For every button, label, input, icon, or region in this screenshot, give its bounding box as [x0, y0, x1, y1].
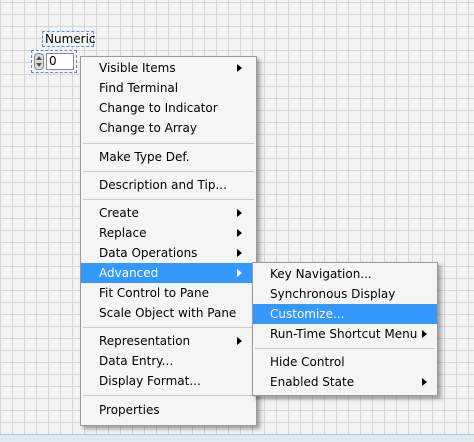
menu-item-label: Key Navigation...: [270, 267, 372, 281]
menu-separator: [83, 171, 254, 172]
advanced-submenu: Key Navigation... Synchronous Display Cu…: [252, 262, 438, 396]
menu-item-label: Properties: [99, 403, 160, 417]
menu-item-visible-items[interactable]: Visible Items: [81, 58, 256, 78]
menu-item-label: Replace: [99, 226, 147, 240]
menu-separator: [83, 327, 254, 328]
menu-item-label: Advanced: [99, 266, 159, 280]
menu-separator: [83, 199, 254, 200]
menu-item-display-format[interactable]: Display Format...: [81, 371, 256, 391]
menu-item-replace[interactable]: Replace: [81, 223, 256, 243]
menu-item-label: Run-Time Shortcut Menu: [270, 327, 418, 341]
numeric-value-field[interactable]: 0: [46, 53, 74, 70]
menu-item-label: Find Terminal: [99, 81, 179, 95]
numeric-control[interactable]: 0: [31, 50, 77, 73]
menu-item-label: Fit Control to Pane: [99, 286, 209, 300]
menu-item-description-and-tip[interactable]: Description and Tip...: [81, 175, 256, 195]
submenu-arrow-icon: [237, 337, 242, 345]
menu-item-fit-control-to-pane[interactable]: Fit Control to Pane: [81, 283, 256, 303]
submenu-arrow-icon: [422, 378, 427, 386]
submenu-item-enabled-state[interactable]: Enabled State: [253, 372, 437, 392]
menu-item-label: Representation: [99, 334, 191, 348]
menu-item-label: Synchronous Display: [270, 287, 396, 301]
menu-item-label: Customize...: [270, 307, 345, 321]
submenu-arrow-icon: [237, 269, 242, 277]
menu-item-advanced[interactable]: Advanced: [81, 263, 256, 283]
menu-separator: [83, 395, 254, 396]
menu-item-data-entry[interactable]: Data Entry...: [81, 351, 256, 371]
submenu-arrow-icon: [422, 330, 427, 338]
submenu-arrow-icon: [237, 209, 242, 217]
menu-item-change-to-indicator[interactable]: Change to Indicator: [81, 98, 256, 118]
menu-item-representation[interactable]: Representation: [81, 331, 256, 351]
menu-item-label: Scale Object with Pane: [99, 306, 237, 320]
submenu-item-hide-control[interactable]: Hide Control: [253, 352, 437, 372]
menu-item-label: Data Operations: [99, 246, 198, 260]
increment-decrement-stepper[interactable]: [34, 53, 44, 70]
menu-item-find-terminal[interactable]: Find Terminal: [81, 78, 256, 98]
submenu-item-customize[interactable]: Customize...: [253, 304, 437, 324]
menu-item-label: Data Entry...: [99, 354, 174, 368]
increment-arrow-icon[interactable]: [36, 56, 42, 60]
decrement-arrow-icon[interactable]: [36, 63, 42, 67]
submenu-item-key-navigation[interactable]: Key Navigation...: [253, 264, 437, 284]
submenu-arrow-icon: [237, 229, 242, 237]
menu-item-make-type-def[interactable]: Make Type Def.: [81, 147, 256, 167]
submenu-arrow-icon: [237, 64, 242, 72]
menu-item-label: Change to Indicator: [99, 101, 218, 115]
menu-separator: [83, 143, 254, 144]
submenu-arrow-icon: [237, 249, 242, 257]
menu-item-create[interactable]: Create: [81, 203, 256, 223]
menu-item-label: Visible Items: [99, 61, 176, 75]
menu-item-label: Hide Control: [270, 355, 345, 369]
menu-item-label: Enabled State: [270, 375, 355, 389]
menu-item-scale-object-with-pane[interactable]: Scale Object with Pane: [81, 303, 256, 323]
menu-separator: [255, 348, 435, 349]
menu-item-label: Make Type Def.: [99, 150, 190, 164]
numeric-control-label[interactable]: Numeric: [42, 31, 96, 47]
context-menu: Visible Items Find Terminal Change to In…: [80, 56, 257, 426]
submenu-item-synchronous-display[interactable]: Synchronous Display: [253, 284, 437, 304]
menu-item-data-operations[interactable]: Data Operations: [81, 243, 256, 263]
menu-item-label: Display Format...: [99, 374, 201, 388]
menu-item-properties[interactable]: Properties: [81, 400, 256, 420]
menu-item-label: Change to Array: [99, 121, 197, 135]
submenu-item-run-time-shortcut-menu[interactable]: Run-Time Shortcut Menu: [253, 324, 437, 344]
menu-item-label: Create: [99, 206, 139, 220]
menu-item-change-to-array[interactable]: Change to Array: [81, 118, 256, 138]
menu-item-label: Description and Tip...: [99, 178, 227, 192]
